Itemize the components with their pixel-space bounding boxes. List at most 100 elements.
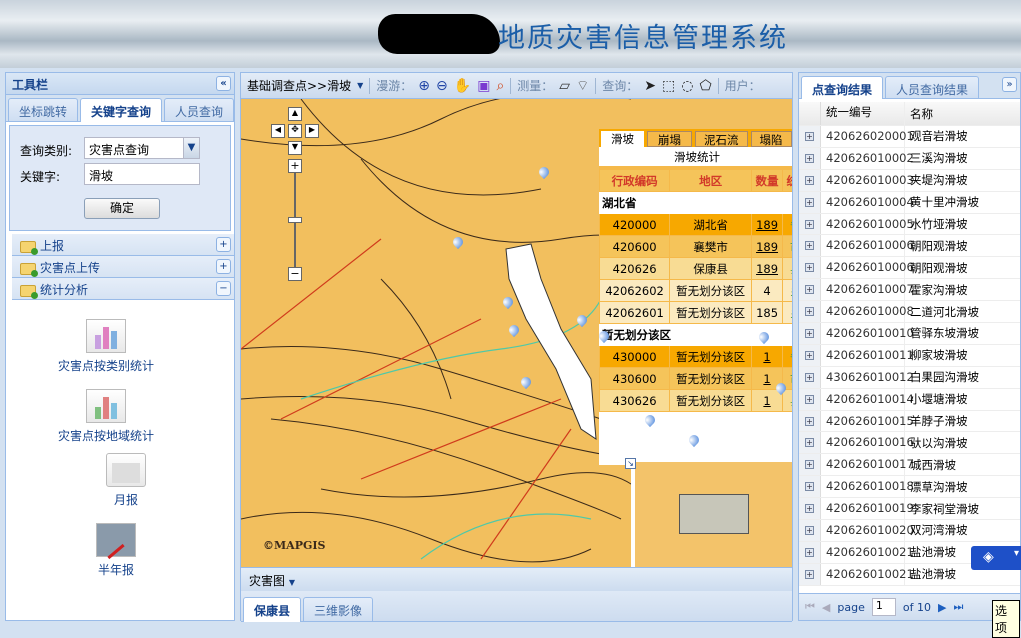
expand-row-icon[interactable]: + (805, 307, 814, 317)
pan-hand-icon[interactable]: ✋ (454, 78, 471, 94)
dropdown-arrow-icon[interactable]: ▼ (289, 578, 295, 587)
expand-row-icon[interactable]: + (805, 394, 814, 404)
dropdown-arrow-icon[interactable]: ▼ (357, 81, 363, 90)
stat-tab-collapse[interactable]: 崩塌 (647, 131, 692, 147)
accordion-report[interactable]: 上报 + (12, 234, 234, 256)
expand-row-icon[interactable]: + (805, 525, 814, 535)
pan-up-icon[interactable]: ▲ (288, 107, 302, 121)
result-row[interactable]: +420626010003 夹堤沟滑坡 (799, 169, 1020, 192)
tab-point-results[interactable]: 点查询结果 (801, 76, 884, 99)
stat-tab-subsidence[interactable]: 塌陷 (750, 131, 792, 147)
pan-right-icon[interactable]: ▶ (305, 124, 319, 138)
zoom-slider[interactable] (294, 173, 296, 273)
result-row[interactable]: +420626010004 黄十里冲滑坡 (799, 191, 1020, 214)
result-row[interactable]: +420626010006 朝阳观滑坡 (799, 235, 1020, 258)
zoom-out-button[interactable]: − (288, 267, 302, 281)
result-row[interactable]: +420626010014 小堰塘滑坡 (799, 388, 1020, 411)
half-year-report[interactable]: 半年报 (51, 523, 181, 578)
first-page-icon[interactable]: ⏮ (805, 600, 815, 614)
expand-row-icon[interactable]: + (805, 482, 814, 492)
stat-cell[interactable]: 189 (751, 213, 784, 236)
expand-row-icon[interactable]: + (805, 416, 814, 426)
expand-row-icon[interactable]: + (805, 372, 814, 382)
keyword-input[interactable]: 滑坡 (84, 163, 200, 185)
result-row[interactable]: +420626010011 柳家坡滑坡 (799, 344, 1020, 367)
expand-row-icon[interactable]: + (805, 438, 814, 448)
stat-tab-debris-flow[interactable]: 泥石流 (695, 131, 748, 147)
stat-cell[interactable]: 189 (751, 235, 784, 258)
accordion-upload[interactable]: 灾害点上传 + (12, 256, 234, 278)
map-canvas[interactable]: ▲ ◀ ✥ ▶ ▼ + − ©MAPGIS 滑坡 崩塌 泥石流 塌陷 滑坡统计 … (241, 99, 792, 567)
tab-3d-imagery[interactable]: 三维影像 (303, 597, 374, 621)
overview-toggle-icon[interactable]: ↘ (625, 458, 636, 469)
result-row[interactable]: +430626010012 白果园沟滑坡 (799, 366, 1020, 389)
expand-row-icon[interactable]: + (805, 547, 814, 557)
tab-baokang[interactable]: 保康县 (243, 597, 302, 622)
tab-keyword-query[interactable]: 关键字查询 (80, 98, 163, 122)
query-type-select[interactable]: 灾害点查询 ▼ (84, 137, 200, 159)
result-row[interactable]: +420626010018 漂草沟滑坡 (799, 476, 1020, 499)
prev-page-icon[interactable]: ◀ (822, 601, 830, 614)
minimize-icon[interactable]: ▾ (1014, 548, 1019, 559)
result-row[interactable]: +420626010017 城西滑坡 (799, 454, 1020, 477)
expand-icon[interactable]: + (216, 259, 231, 274)
result-row[interactable]: +420626010006 朝阳观滑坡 (799, 257, 1020, 280)
column-header-name[interactable]: 名称 (905, 106, 933, 122)
result-row[interactable]: +420626010010 管驿东坡滑坡 (799, 323, 1020, 345)
circle-query-icon[interactable]: ◌ (681, 78, 693, 94)
layer-menu[interactable]: 基础调查点>>滑坡 (247, 77, 351, 94)
overview-extent-box[interactable] (679, 494, 749, 534)
tab-person-query[interactable]: 人员查询 (164, 98, 235, 121)
expand-row-icon[interactable]: + (805, 153, 814, 163)
stat-cell[interactable]: 189 (751, 257, 784, 280)
zoom-slider-handle[interactable] (288, 217, 302, 223)
expand-row-icon[interactable]: + (805, 175, 814, 185)
zoom-out-icon[interactable]: ⊖ (436, 78, 448, 94)
result-row[interactable]: +420626010020 双河湾滑坡 (799, 520, 1020, 542)
expand-row-icon[interactable]: + (805, 350, 814, 360)
last-page-icon[interactable]: ⏭ (953, 600, 963, 614)
expand-row-icon[interactable]: + (805, 285, 814, 295)
page-input[interactable]: 1 (871, 598, 896, 616)
stat-cell[interactable]: 1 (751, 345, 784, 368)
expand-row-icon[interactable]: + (805, 241, 814, 251)
monthly-report[interactable]: 月报 (61, 453, 191, 508)
result-row[interactable]: +420626010016 驮以沟滑坡 (799, 432, 1020, 455)
result-row[interactable]: +420626010019 李家祠堂滑坡 (799, 498, 1020, 521)
zoom-in-button[interactable]: + (288, 159, 302, 173)
expand-row-icon[interactable]: + (805, 569, 814, 579)
stat-by-category[interactable]: 灾害点按类别统计 (41, 319, 171, 374)
floating-toolbar[interactable]: ◈ ▾ (971, 546, 1021, 570)
pan-down-icon[interactable]: ▼ (288, 141, 302, 155)
options-icon[interactable]: ◈ (983, 549, 994, 565)
result-row[interactable]: +420626010007 霍家沟滑坡 (799, 279, 1020, 302)
expand-icon[interactable]: + (216, 237, 231, 252)
confirm-button[interactable]: 确定 (84, 198, 160, 219)
expand-row-icon[interactable]: + (805, 263, 814, 273)
tab-person-results[interactable]: 人员查询结果 (885, 76, 980, 98)
accordion-statistics[interactable]: 统计分析 − (12, 278, 234, 300)
chevron-down-icon[interactable]: ▼ (183, 138, 199, 158)
expand-row-icon[interactable]: + (805, 219, 814, 229)
zoom-in-icon[interactable]: ⊕ (418, 78, 430, 94)
result-row[interactable]: +420626010005 水竹垭滑坡 (799, 213, 1020, 236)
column-header-id[interactable]: 统一编号 (821, 102, 905, 125)
expand-row-icon[interactable]: + (805, 504, 814, 514)
pan-center-icon[interactable]: ✥ (288, 124, 302, 138)
rect-query-icon[interactable]: ⬚ (662, 78, 675, 94)
expand-row-icon[interactable]: + (805, 460, 814, 470)
disaster-map-menu[interactable]: 灾害图 (249, 574, 285, 588)
pan-left-icon[interactable]: ◀ (271, 124, 285, 138)
collapse-icon[interactable]: − (216, 281, 231, 296)
expand-row-icon[interactable]: + (805, 197, 814, 207)
zoom-window-icon[interactable]: ⌕ (496, 78, 504, 94)
expand-row-icon[interactable]: + (805, 328, 814, 338)
result-row[interactable]: +420626010002 三溪沟滑坡 (799, 147, 1020, 170)
tab-coordinate-jump[interactable]: 坐标跳转 (8, 98, 79, 121)
stat-by-region[interactable]: 灾害点按地域统计 (41, 389, 171, 444)
expand-row-icon[interactable]: + (805, 131, 814, 141)
result-row[interactable]: +420626010008 二道河北滑坡 (799, 301, 1020, 324)
expand-panel-button[interactable]: » (1002, 77, 1017, 92)
collapse-button[interactable]: « (216, 76, 231, 91)
pan-zoom-control[interactable]: ▲ ◀ ✥ ▶ ▼ + − (271, 107, 319, 297)
